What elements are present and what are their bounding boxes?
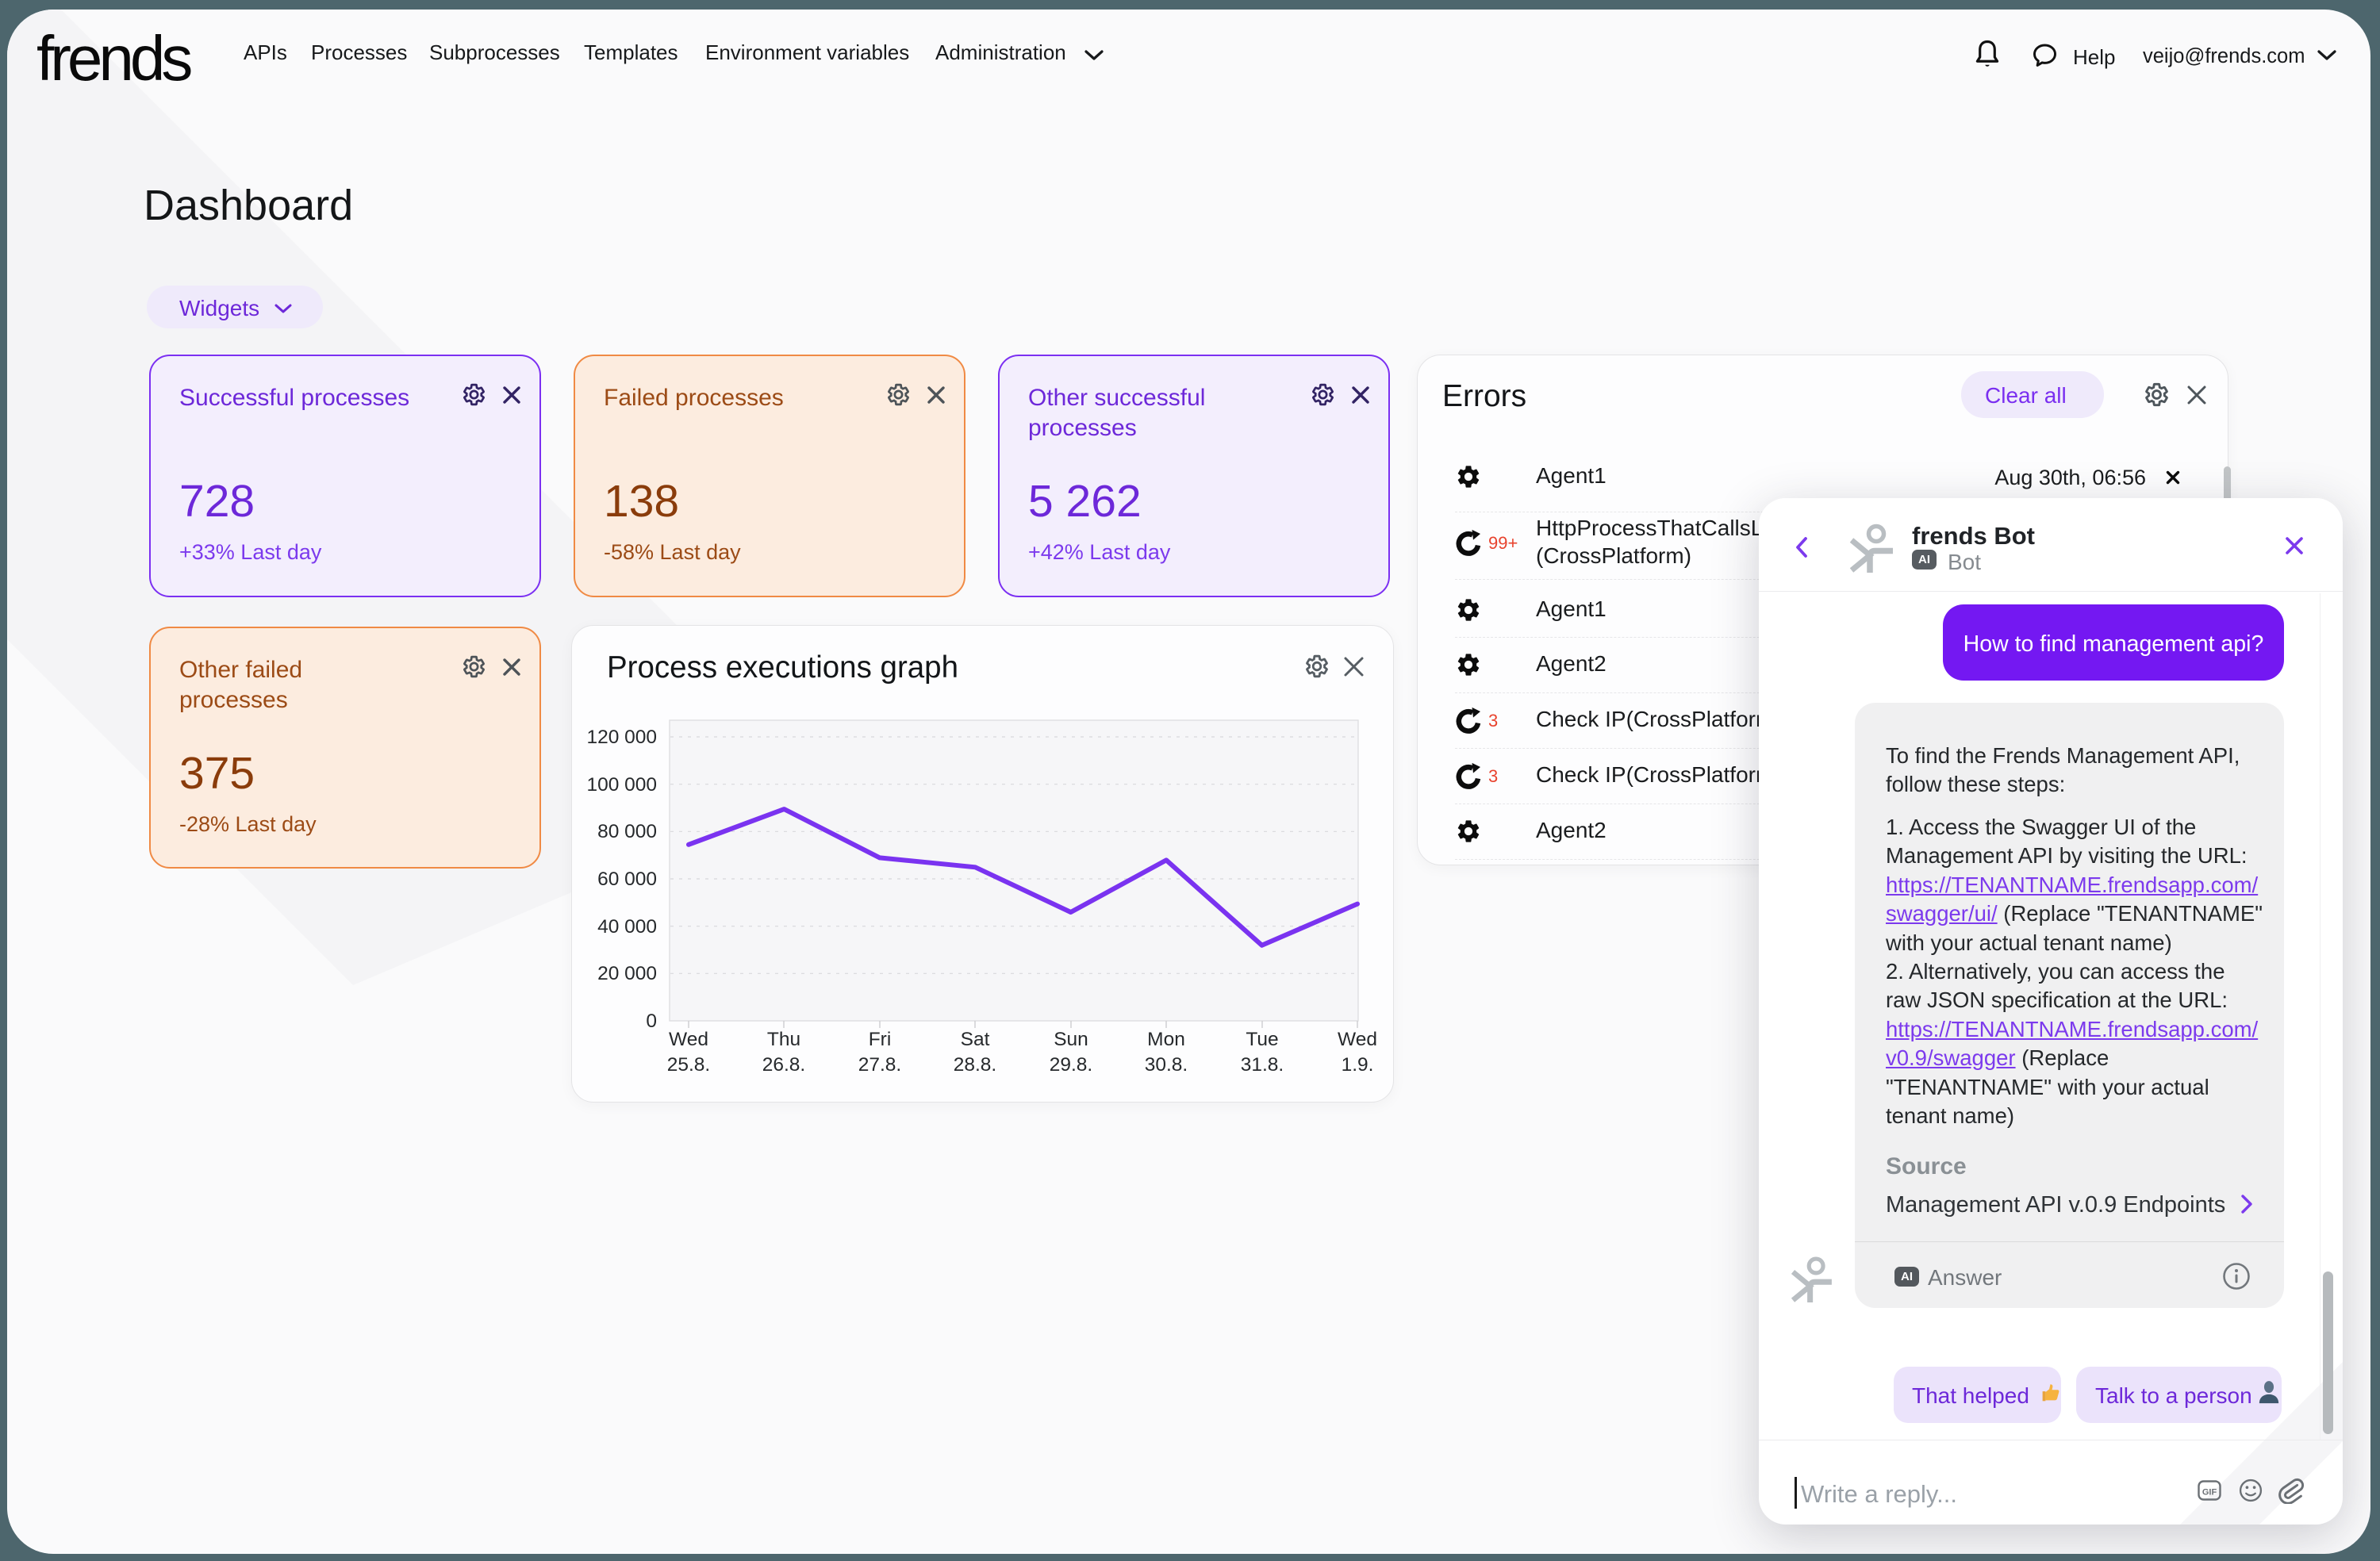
- svg-text:27.8.: 27.8.: [858, 1054, 902, 1076]
- svg-text:1.9.: 1.9.: [1342, 1054, 1374, 1076]
- svg-text:Thu: Thu: [767, 1029, 800, 1050]
- svg-text:Mon: Mon: [1147, 1029, 1185, 1050]
- svg-text:60 000: 60 000: [597, 869, 657, 890]
- svg-text:GIF: GIF: [2202, 1488, 2217, 1498]
- svg-text:Sun: Sun: [1054, 1029, 1088, 1050]
- svg-text:26.8.: 26.8.: [762, 1054, 806, 1076]
- svg-text:25.8.: 25.8.: [667, 1054, 711, 1076]
- svg-text:Tue: Tue: [1246, 1029, 1278, 1050]
- svg-text:Sat: Sat: [961, 1029, 990, 1050]
- svg-text:20 000: 20 000: [597, 963, 657, 984]
- svg-text:Wed: Wed: [669, 1029, 708, 1050]
- svg-text:40 000: 40 000: [597, 916, 657, 938]
- svg-text:Wed: Wed: [1338, 1029, 1377, 1050]
- svg-text:100 000: 100 000: [587, 774, 657, 796]
- svg-text:0: 0: [646, 1011, 657, 1032]
- svg-text:30.8.: 30.8.: [1145, 1054, 1188, 1076]
- svg-text:29.8.: 29.8.: [1050, 1054, 1093, 1076]
- svg-text:Fri: Fri: [869, 1029, 892, 1050]
- svg-text:120 000: 120 000: [587, 727, 657, 748]
- svg-text:80 000: 80 000: [597, 821, 657, 842]
- svg-text:28.8.: 28.8.: [954, 1054, 997, 1076]
- svg-text:31.8.: 31.8.: [1241, 1054, 1284, 1076]
